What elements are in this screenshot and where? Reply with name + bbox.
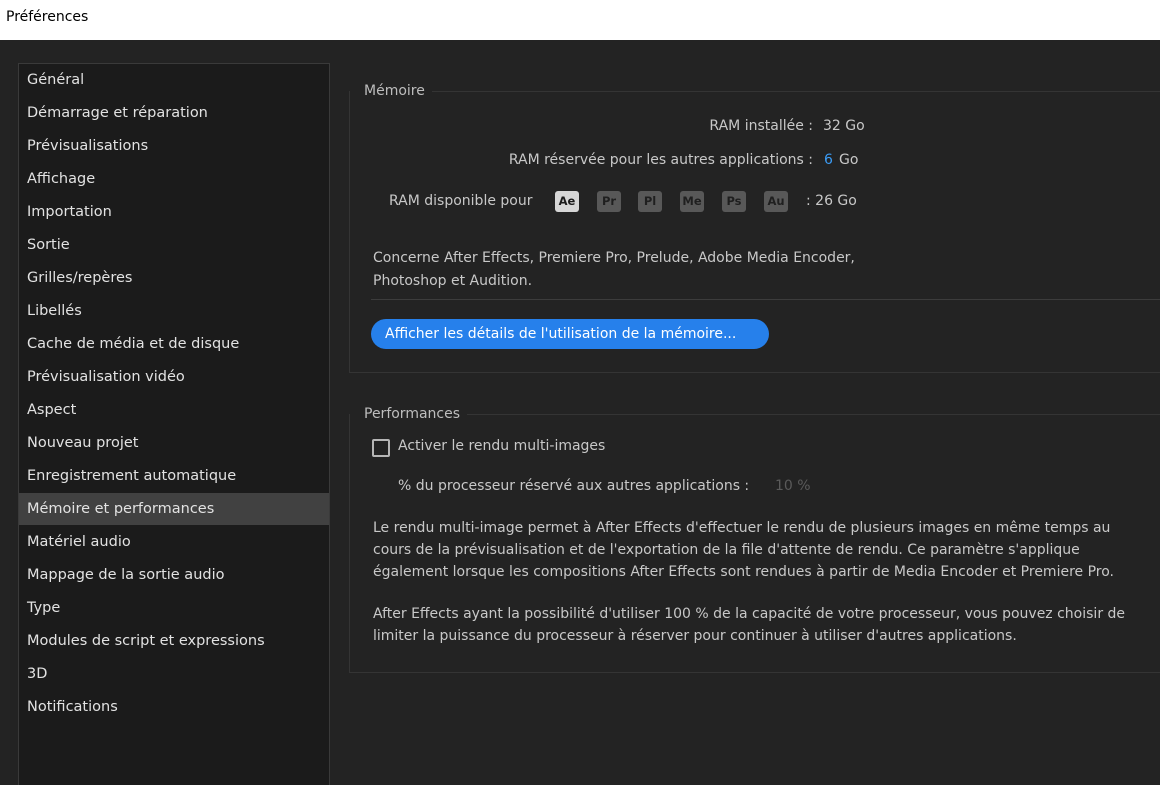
sidebar-item-audio-hardware[interactable]: Matériel audio xyxy=(19,526,329,558)
sidebar: Général Démarrage et réparation Prévisua… xyxy=(18,63,330,785)
multiframe-description-line-2: cours de la prévisualisation et de l'exp… xyxy=(373,542,1080,558)
multiframe-checkbox[interactable] xyxy=(372,439,390,457)
sidebar-item-memory-performance[interactable]: Mémoire et performances xyxy=(19,493,329,525)
sidebar-item-display[interactable]: Affichage xyxy=(19,163,329,195)
app-badge-pl: Pl xyxy=(638,191,662,212)
concerns-line-1: Concerne After Effects, Premiere Pro, Pr… xyxy=(373,250,855,266)
app-badge-pr: Pr xyxy=(597,191,621,212)
sidebar-item-audio-output-mapping[interactable]: Mappage de la sortie audio xyxy=(19,559,329,591)
sidebar-item-general[interactable]: Général xyxy=(19,64,329,96)
sidebar-item-output[interactable]: Sortie xyxy=(19,229,329,261)
concerns-line-2: Photoshop et Audition. xyxy=(373,273,533,289)
ram-reserved-label: RAM réservée pour les autres application… xyxy=(508,152,813,168)
ram-reserved-unit: Go xyxy=(839,152,859,168)
sidebar-item-type[interactable]: Type xyxy=(19,592,329,624)
multiframe-description-line-3: également lorsque les compositions After… xyxy=(373,564,1114,580)
multiframe-description: Le rendu multi-image permet à After Effe… xyxy=(373,517,1160,583)
title-bar: Préférences xyxy=(0,0,1160,40)
window-title: Préférences xyxy=(6,9,89,25)
app-badge-ae: Ae xyxy=(555,191,579,212)
sidebar-item-auto-save[interactable]: Enregistrement automatique xyxy=(19,460,329,492)
sidebar-item-labels[interactable]: Libellés xyxy=(19,295,329,327)
ram-available-label: RAM disponible pour xyxy=(389,193,533,209)
multiframe-description-line-1: Le rendu multi-image permet à After Effe… xyxy=(373,520,1111,536)
ram-available-value: : 26 Go xyxy=(806,193,857,209)
app-badge-au: Au xyxy=(764,191,788,212)
memory-details-button[interactable]: Afficher les détails de l'utilisation de… xyxy=(371,319,769,349)
sidebar-item-scripting-expressions[interactable]: Modules de script et expressions xyxy=(19,625,329,657)
sidebar-item-grids-guides[interactable]: Grilles/repères xyxy=(19,262,329,294)
ram-installed-label: RAM installée : xyxy=(709,118,813,134)
sidebar-item-appearance[interactable]: Aspect xyxy=(19,394,329,426)
cpu-description-line-2: limiter la puissance du processeur à rés… xyxy=(373,628,1017,644)
sidebar-item-new-project[interactable]: Nouveau projet xyxy=(19,427,329,459)
app-badge-ps: Ps xyxy=(722,191,746,212)
ram-reserved-value[interactable]: 6 xyxy=(824,152,833,168)
ram-installed-value: 32 Go xyxy=(823,118,865,134)
sidebar-item-previews[interactable]: Prévisualisations xyxy=(19,130,329,162)
sidebar-item-startup-repair[interactable]: Démarrage et réparation xyxy=(19,97,329,129)
sidebar-item-import[interactable]: Importation xyxy=(19,196,329,228)
app-badge-me: Me xyxy=(680,191,704,212)
sidebar-item-media-disk-cache[interactable]: Cache de média et de disque xyxy=(19,328,329,360)
memory-divider xyxy=(371,299,1160,300)
sidebar-item-video-preview[interactable]: Prévisualisation vidéo xyxy=(19,361,329,393)
multiframe-label[interactable]: Activer le rendu multi-images xyxy=(398,438,605,454)
performance-legend: Performances xyxy=(350,406,468,422)
cpu-reserved-value[interactable]: 10 % xyxy=(775,478,811,494)
sidebar-item-notifications[interactable]: Notifications xyxy=(19,691,329,723)
cpu-reserved-label: % du processeur réservé aux autres appli… xyxy=(398,478,750,494)
cpu-description-line-1: After Effects ayant la possibilité d'uti… xyxy=(373,606,1126,622)
sidebar-item-3d[interactable]: 3D xyxy=(19,658,329,690)
memory-legend: Mémoire xyxy=(350,83,432,99)
cpu-description: After Effects ayant la possibilité d'uti… xyxy=(373,603,1160,647)
